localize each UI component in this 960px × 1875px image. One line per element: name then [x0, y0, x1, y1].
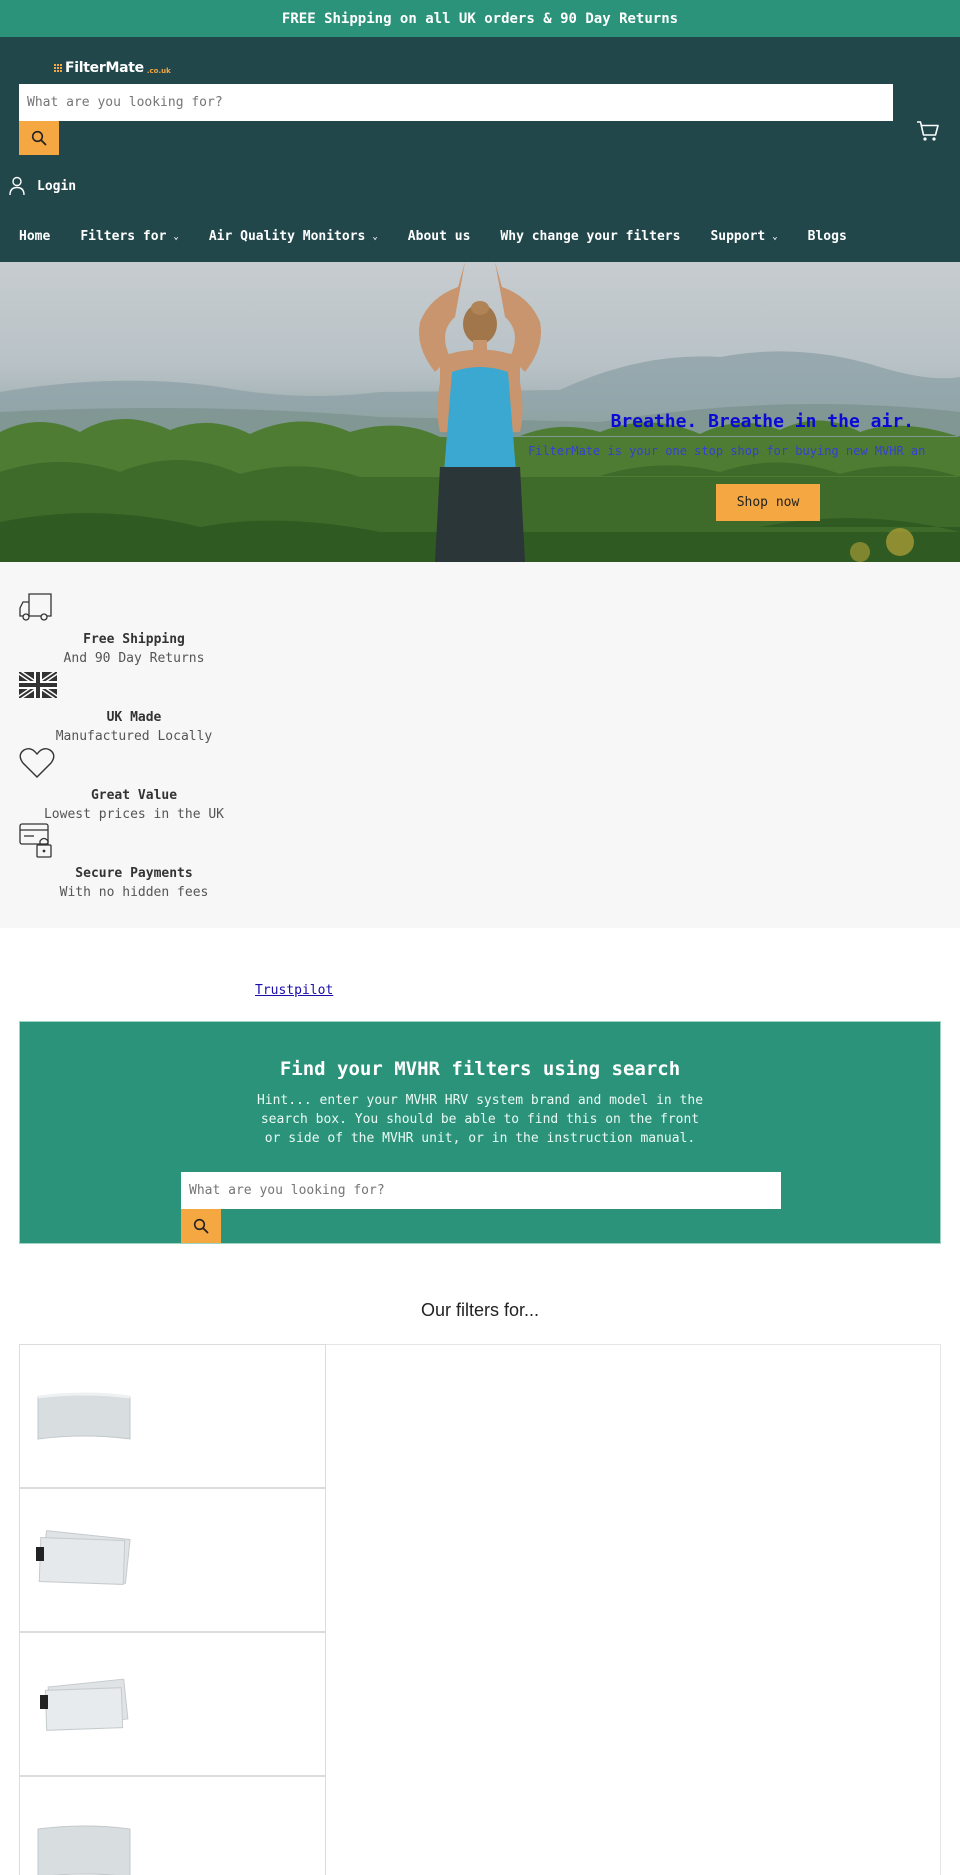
filter-product-image — [34, 1657, 134, 1753]
header-search-input[interactable] — [19, 84, 893, 121]
filters-heading: Our filters for... — [420, 1300, 540, 1320]
nav-label: Filters for — [80, 229, 167, 244]
features-section: Free Shipping And 90 Day Returns UK Made… — [0, 562, 960, 928]
nav-label: Air Quality Monitors — [208, 229, 366, 244]
nav-item-home[interactable]: Home — [19, 229, 50, 244]
uk-flag-icon — [19, 672, 57, 698]
hero-banner: Breathe. Breathe in the air. FilterMate … — [0, 262, 960, 562]
heart-icon — [19, 747, 55, 778]
hero-title: Breathe. Breathe in the air. — [610, 411, 914, 432]
search-icon — [193, 1218, 209, 1234]
search-icon — [31, 130, 47, 146]
login-label: Login — [37, 178, 77, 194]
trustpilot-link[interactable]: Trustpilot — [255, 983, 333, 998]
nav-label: Why change your filters — [500, 229, 681, 244]
nav-label: About us — [407, 229, 471, 244]
nav-label: Support — [710, 229, 766, 244]
mvhr-search-panel: Find your MVHR filters using search Hint… — [19, 1021, 941, 1244]
logo[interactable]: FilterMate .co.uk — [54, 60, 171, 76]
announcement-bar: FREE Shipping on all UK orders & 90 Day … — [0, 0, 960, 37]
hero-woman-image — [419, 262, 541, 562]
nav-item-filters-for[interactable]: Filters for ⌄ — [80, 229, 179, 244]
feature-title: Secure Payments — [75, 866, 193, 881]
nav-item-why-change-your-filters[interactable]: Why change your filters — [500, 229, 680, 244]
feature-subtitle: Lowest prices in the UK — [43, 807, 224, 822]
login-link[interactable]: Login — [9, 176, 76, 196]
feature-title: UK Made — [106, 710, 162, 725]
main-nav: Home Filters for ⌄ Air Quality Monitors … — [19, 229, 877, 244]
mvhr-search-title: Find your MVHR filters using search — [279, 1058, 681, 1080]
nav-item-support[interactable]: Support ⌄ — [710, 229, 777, 244]
secure-card-icon — [19, 823, 52, 858]
filter-product-image — [34, 1801, 134, 1875]
site-header: FilterMate .co.uk Login Home Filters for… — [0, 37, 960, 262]
hero-subtitle: FilterMate is your one stop shop for buy… — [528, 444, 926, 458]
nav-item-air-quality-monitors[interactable]: Air Quality Monitors ⌄ — [209, 229, 378, 244]
filter-product-image — [34, 1513, 134, 1609]
nav-item-about-us[interactable]: About us — [408, 229, 471, 244]
announcement-text: FREE Shipping on all UK orders & 90 Day … — [281, 10, 679, 27]
mvhr-search-input[interactable] — [181, 1172, 781, 1209]
header-search-button[interactable] — [19, 121, 59, 155]
feature-subtitle: And 90 Day Returns — [63, 651, 205, 666]
chevron-down-icon: ⌄ — [772, 231, 778, 242]
feature-subtitle: Manufactured Locally — [55, 729, 213, 744]
logo-text: FilterMate — [65, 60, 144, 76]
nav-label: Blogs — [807, 229, 847, 244]
filter-card[interactable] — [19, 1344, 326, 1488]
feature-title: Great Value — [90, 788, 178, 803]
mvhr-search-hint: Hint... enter your MVHR HRV system brand… — [256, 1093, 704, 1146]
filter-product-image — [34, 1369, 134, 1465]
filter-card[interactable] — [19, 1776, 326, 1875]
truck-icon — [19, 593, 52, 621]
chevron-down-icon: ⌄ — [372, 231, 378, 242]
shop-now-button[interactable]: Shop now — [716, 484, 820, 521]
logo-mark-icon — [54, 64, 62, 72]
chevron-down-icon: ⌄ — [173, 231, 179, 242]
logo-tld: .co.uk — [146, 66, 171, 75]
user-icon — [9, 176, 25, 196]
cart-icon[interactable] — [916, 120, 940, 142]
nav-item-blogs[interactable]: Blogs — [808, 229, 847, 244]
feature-subtitle: With no hidden fees — [59, 885, 209, 900]
mvhr-search-button[interactable] — [181, 1209, 221, 1243]
feature-title: Free Shipping — [83, 632, 185, 647]
filter-card[interactable] — [19, 1488, 326, 1632]
nav-label: Home — [19, 229, 51, 244]
filter-card[interactable] — [19, 1632, 326, 1776]
